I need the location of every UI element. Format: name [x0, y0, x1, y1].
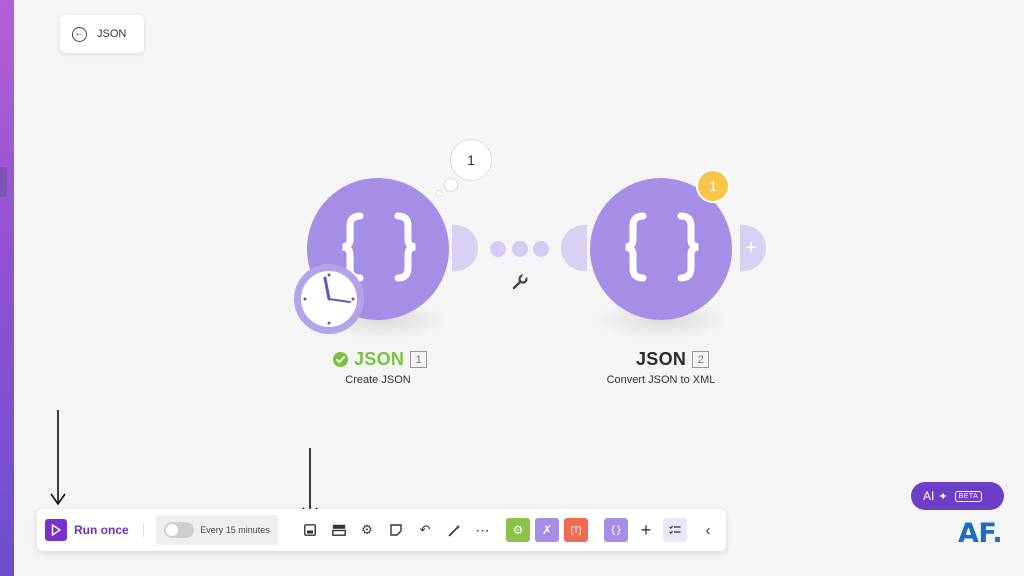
run-once-label: Run once	[74, 523, 129, 537]
ai-label: AI	[923, 489, 935, 503]
operations-count-bubble[interactable]: 1	[450, 139, 492, 181]
module-index: 1	[410, 351, 428, 368]
gear-icon: ⚙	[361, 522, 373, 537]
checklist-icon	[663, 518, 687, 542]
tools-gear-icon: ⚙	[506, 518, 530, 542]
connector-dot	[512, 241, 528, 257]
json-module-icon: {}	[604, 518, 628, 542]
arrow-left-icon: ←	[72, 26, 87, 42]
module-title-row: JSON 1	[333, 349, 428, 370]
magic-wand-icon	[447, 524, 460, 537]
schedule-label: Every 15 minutes	[200, 525, 270, 535]
back-button[interactable]: ← JSON	[60, 15, 144, 53]
connector-dot	[533, 241, 549, 257]
sidebar-handle[interactable]	[0, 167, 7, 197]
undo-icon: ↶	[419, 522, 431, 537]
wrench-icon[interactable]	[512, 274, 528, 290]
module-title: JSON	[636, 349, 687, 369]
flow-control-icon: ✗	[535, 518, 559, 542]
notes-button[interactable]	[385, 509, 407, 551]
thought-dot-medium	[444, 178, 458, 192]
schedule-control[interactable]: Every 15 minutes	[156, 515, 278, 545]
schedule-toggle[interactable]	[164, 522, 195, 538]
add-icon: +	[640, 519, 652, 540]
annotation-arrow-down	[50, 410, 66, 506]
save-button[interactable]	[299, 509, 321, 551]
checklist-button[interactable]	[663, 509, 687, 551]
text-parser-icon: [T]	[564, 518, 588, 542]
flow-control-button[interactable]: ✗	[535, 509, 559, 551]
layout-icon	[332, 524, 346, 536]
undo-button[interactable]: ↶	[414, 509, 436, 551]
module-subtitle: Create JSON	[345, 374, 411, 386]
thought-dot-small	[436, 190, 443, 197]
run-once-button[interactable]: Run once	[45, 509, 133, 551]
left-gradient-strip	[0, 0, 14, 576]
more-icon: ⋯	[475, 521, 491, 538]
add-module-button[interactable]: +	[635, 509, 657, 551]
json-module-button[interactable]: {}	[604, 509, 628, 551]
scenario-toolbar: Run once Every 15 minutes ⚙ ↶ ⋯ ⚙ ✗ [T] …	[37, 509, 726, 551]
module-title-row: JSON 2	[636, 349, 710, 370]
beta-badge: BETA	[954, 490, 983, 502]
save-icon	[304, 524, 316, 536]
scenario-name: JSON	[97, 28, 127, 40]
collapse-toolbar-button[interactable]: ‹	[697, 509, 719, 551]
more-button[interactable]: ⋯	[472, 509, 494, 551]
magic-button[interactable]	[443, 509, 465, 551]
operations-badge[interactable]: 1	[696, 169, 730, 203]
text-parser-button[interactable]: [T]	[564, 509, 588, 551]
connector-dot	[490, 241, 506, 257]
play-icon	[45, 519, 67, 541]
tools-button[interactable]: ⚙	[506, 509, 530, 551]
note-icon	[390, 524, 402, 536]
clock-icon[interactable]	[292, 262, 366, 336]
check-circle-icon	[333, 352, 348, 367]
json-braces-icon	[625, 212, 699, 282]
module-subtitle: Convert JSON to XML	[606, 374, 716, 386]
module-index: 2	[692, 351, 710, 368]
module-title: JSON	[354, 349, 405, 369]
plus-icon: +	[745, 237, 757, 259]
sparkle-icon: ✦	[938, 490, 948, 503]
chevron-left-icon: ‹	[705, 521, 711, 539]
settings-button[interactable]: ⚙	[356, 509, 378, 551]
auto-align-button[interactable]	[328, 509, 350, 551]
divider	[143, 523, 144, 537]
af-logo: AF.	[958, 518, 1003, 549]
ai-assistant-button[interactable]: AI ✦ BETA	[911, 482, 1004, 510]
